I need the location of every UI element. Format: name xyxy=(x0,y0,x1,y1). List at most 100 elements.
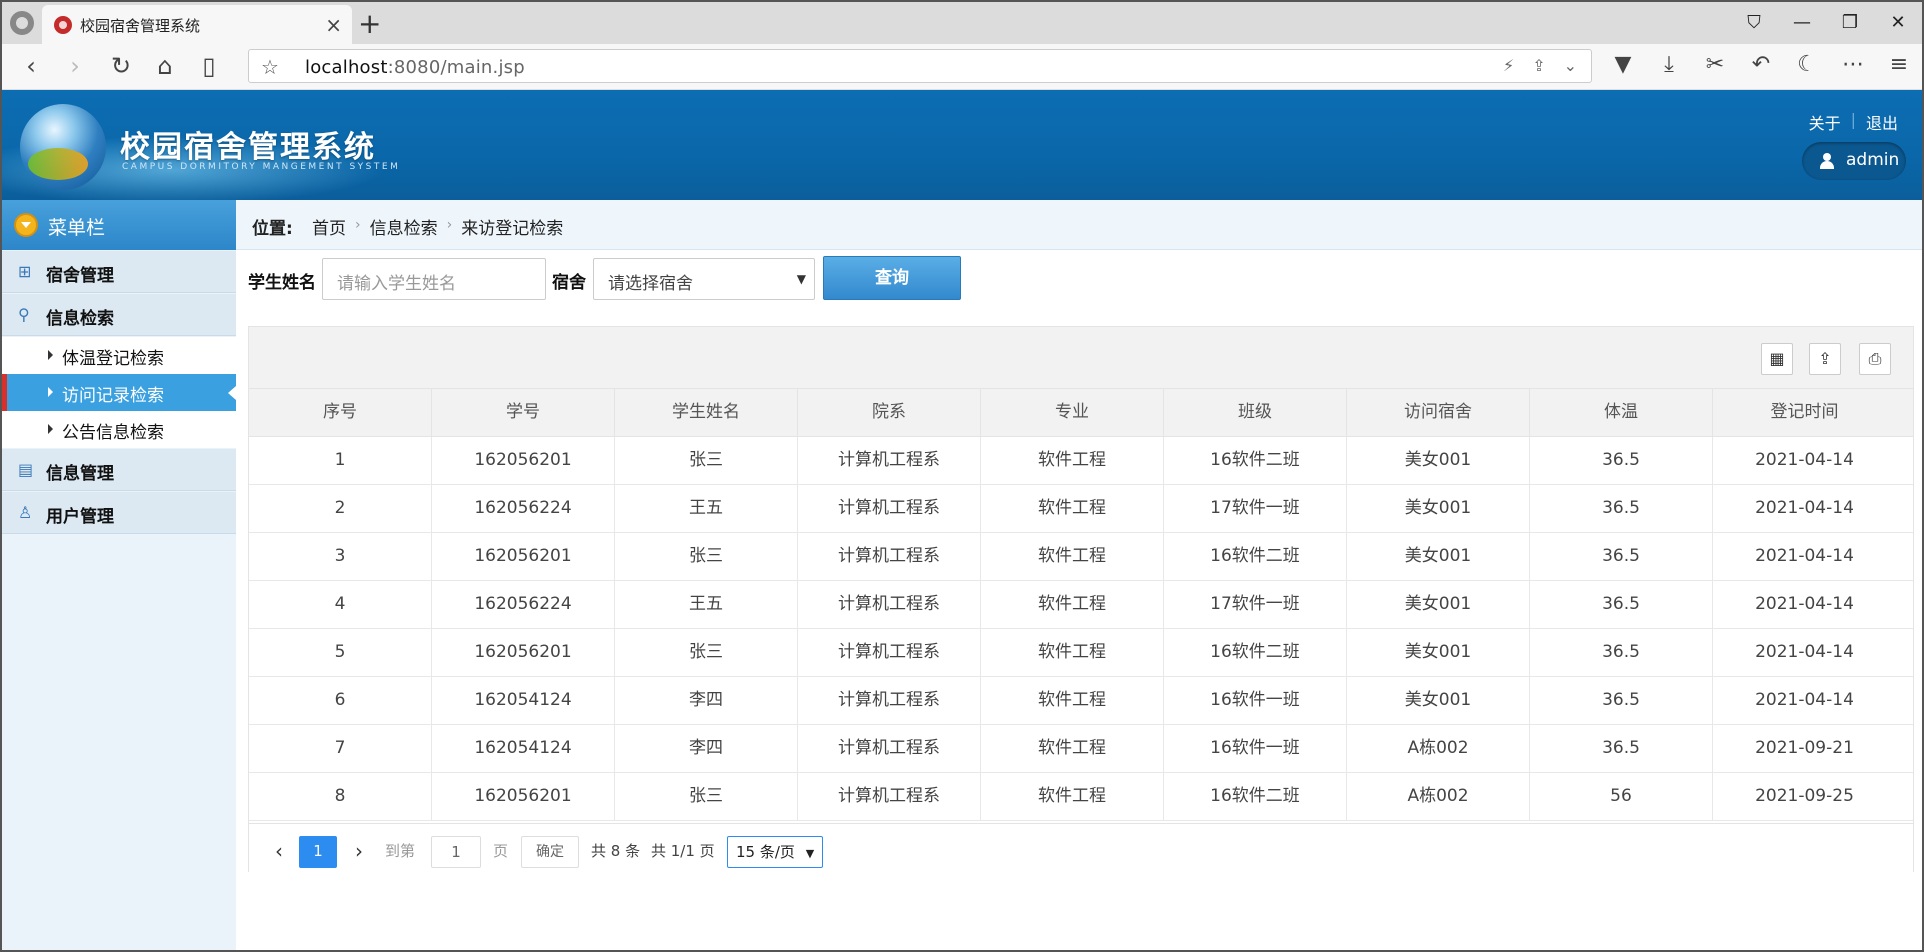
submenu-item-temperature-search[interactable]: 体温登记检索 xyxy=(2,337,236,374)
column-header[interactable]: 登记时间 xyxy=(1713,389,1896,436)
column-header[interactable]: 学号 xyxy=(432,389,615,436)
sidebar-item-user-management[interactable]: ♙ 用户管理 xyxy=(2,492,236,534)
sidebar-item-dorm-management[interactable]: ⊞ 宿舍管理 xyxy=(2,251,236,293)
link-separator: | xyxy=(1850,110,1856,129)
search-icon: ⚲ xyxy=(18,305,30,324)
page-count: 共 1/1 页 xyxy=(651,842,715,860)
download-icon[interactable]: ⤓ xyxy=(1654,52,1684,77)
total-count: 共 8 条 xyxy=(591,842,641,860)
close-window-icon[interactable]: ✕ xyxy=(1874,2,1922,44)
back-icon[interactable]: ‹ xyxy=(16,52,46,80)
reader-icon[interactable]: ▯ xyxy=(194,52,224,80)
column-header[interactable]: 体温 xyxy=(1530,389,1713,436)
prev-page-icon[interactable]: ‹ xyxy=(265,836,293,868)
table-cell: 36.5 xyxy=(1530,533,1713,580)
student-name-input[interactable]: 请输入学生姓名 xyxy=(322,258,546,300)
column-header[interactable]: 院系 xyxy=(798,389,981,436)
table-cell: 6 xyxy=(249,677,432,724)
browser-tab[interactable]: 校园宿舍管理系统 × xyxy=(42,5,352,44)
address-icons: ⚡ ⇪ ⌄ xyxy=(1503,56,1577,75)
user-icon: ♙ xyxy=(18,503,33,522)
table-cell: 36.5 xyxy=(1530,437,1713,484)
submenu-item-visit-search[interactable]: 访问记录检索 xyxy=(2,374,236,411)
tab-close-icon[interactable]: × xyxy=(325,13,342,37)
table-cell: 张三 xyxy=(615,773,798,820)
scissors-icon[interactable]: ✂ xyxy=(1700,52,1730,77)
menu-icon[interactable]: ≡ xyxy=(1884,52,1914,77)
page-size-select[interactable]: 15 条/页 ▼ xyxy=(727,836,824,868)
next-page-icon[interactable]: › xyxy=(345,836,373,868)
sidebar-item-info-search[interactable]: ⚲ 信息检索 xyxy=(2,294,236,336)
breadcrumb-home[interactable]: 首页 xyxy=(312,214,346,239)
logout-link[interactable]: 退出 xyxy=(1866,110,1898,134)
column-header[interactable]: 专业 xyxy=(981,389,1164,436)
table-cell: 计算机工程系 xyxy=(798,773,981,820)
table-cell: 162056201 xyxy=(432,437,615,484)
submenu-item-notice-search[interactable]: 公告信息检索 xyxy=(2,411,236,448)
night-mode-icon[interactable]: ☾ xyxy=(1792,52,1822,77)
table-body: 1 162056201 张三 计算机工程系 软件工程 16软件二班 美女001 36.5 202… xyxy=(249,437,1913,821)
more-icon[interactable]: ⋯ xyxy=(1838,52,1868,77)
table-row[interactable]: 6 162054124 李四 计算机工程系 软件工程 16软件一班 美女001 36.5 202… xyxy=(249,677,1913,725)
star-icon[interactable]: ☆ xyxy=(261,55,279,79)
dorm-select[interactable]: 请选择宿舍 ▼ xyxy=(593,258,815,300)
caret-right-icon xyxy=(48,387,53,397)
url-text[interactable]: localhost:8080/main.jsp xyxy=(305,57,525,78)
confirm-button[interactable]: 确定 xyxy=(521,836,579,868)
restore-icon[interactable]: ❐ xyxy=(1826,2,1874,44)
vpn-icon[interactable]: ▼ xyxy=(1608,52,1638,77)
table-row[interactable]: 2 162056224 王五 计算机工程系 软件工程 17软件一班 美女001 36.5 202… xyxy=(249,485,1913,533)
sidebar: 菜单栏 ⊞ 宿舍管理 ⚲ 信息检索 体温登记检索 访问记录检索 公告信息检索 ▤… xyxy=(2,200,236,950)
columns-icon[interactable]: ▦ xyxy=(1761,343,1793,375)
page-1-button[interactable]: 1 xyxy=(299,836,337,868)
submenu-label: 体温登记检索 xyxy=(62,349,164,369)
page-size-value: 15 条/页 xyxy=(736,843,795,861)
table-row[interactable]: 1 162056201 张三 计算机工程系 软件工程 16软件二班 美女001 36.5 202… xyxy=(249,437,1913,485)
query-button[interactable]: 查询 xyxy=(823,256,961,300)
home-icon[interactable]: ⌂ xyxy=(150,52,180,80)
column-header[interactable]: 访问宿舍 xyxy=(1347,389,1530,436)
user-badge[interactable]: admin xyxy=(1802,142,1906,180)
system-subtitle: CAMPUS DORMITORY MANGEMENT SYSTEM xyxy=(122,162,401,172)
goto-page-input[interactable]: 1 xyxy=(431,836,481,868)
export-icon[interactable]: ⇪ xyxy=(1809,343,1841,375)
table-row[interactable]: 3 162056201 张三 计算机工程系 软件工程 16软件二班 美女001 36.5 202… xyxy=(249,533,1913,581)
sidebar-item-info-management[interactable]: ▤ 信息管理 xyxy=(2,449,236,491)
caret-right-icon xyxy=(48,350,53,360)
table-cell: 36.5 xyxy=(1530,485,1713,532)
shirt-icon[interactable]: ⛉ xyxy=(1730,2,1778,44)
table-cell: 王五 xyxy=(615,485,798,532)
new-tab-icon[interactable]: + xyxy=(358,7,381,40)
chevron-down-icon[interactable]: ⌄ xyxy=(1564,56,1577,75)
browser-logo-icon xyxy=(10,11,34,35)
breadcrumb-info-search[interactable]: 信息检索 xyxy=(370,214,438,239)
share-icon[interactable]: ⇪ xyxy=(1532,56,1545,75)
breadcrumb-label: 位置: xyxy=(252,219,293,239)
print-icon[interactable]: ⎙ xyxy=(1859,343,1891,375)
forward-icon[interactable]: › xyxy=(60,52,90,80)
menu-header-label: 菜单栏 xyxy=(48,217,106,239)
minimize-icon[interactable]: — xyxy=(1778,2,1826,44)
reload-icon[interactable]: ↻ xyxy=(106,52,136,80)
table-cell: A栋002 xyxy=(1347,773,1530,820)
username: admin xyxy=(1846,150,1900,170)
column-header[interactable]: 班级 xyxy=(1164,389,1347,436)
menu-toggle-icon[interactable] xyxy=(14,213,38,237)
column-header[interactable]: 序号 xyxy=(249,389,432,436)
table-row[interactable]: 8 162056201 张三 计算机工程系 软件工程 16软件二班 A栋002 56 2021-… xyxy=(249,773,1913,821)
table-row[interactable]: 5 162056201 张三 计算机工程系 软件工程 16软件二班 美女001 36.5 202… xyxy=(249,629,1913,677)
about-link[interactable]: 关于 xyxy=(1809,110,1841,134)
search-form: 学生姓名 请输入学生姓名 宿舍 请选择宿舍 ▼ 查询 xyxy=(236,256,1922,308)
undo-icon[interactable]: ↶ xyxy=(1746,52,1776,77)
table-cell: 1 xyxy=(249,437,432,484)
table-row[interactable]: 4 162056224 王五 计算机工程系 软件工程 17软件一班 美女001 36.5 202… xyxy=(249,581,1913,629)
breadcrumb-separator: › xyxy=(355,217,361,233)
menu-header: 菜单栏 xyxy=(2,200,236,250)
system-title: 校园宿舍管理系统 xyxy=(120,130,376,165)
table-cell: 162054124 xyxy=(432,677,615,724)
table-row[interactable]: 7 162054124 李四 计算机工程系 软件工程 16软件一班 A栋002 36.5 202… xyxy=(249,725,1913,773)
address-bar[interactable]: ☆ localhost:8080/main.jsp ⚡ ⇪ ⌄ xyxy=(248,49,1592,83)
table-cell: 2021-04-14 xyxy=(1755,642,1854,662)
column-header[interactable]: 学生姓名 xyxy=(615,389,798,436)
lightning-icon[interactable]: ⚡ xyxy=(1503,56,1514,75)
